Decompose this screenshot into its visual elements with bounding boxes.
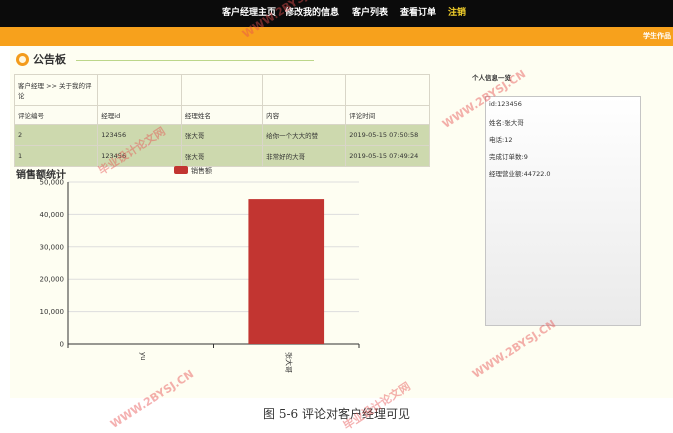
nav-logout[interactable]: 注销 [448, 0, 466, 27]
breadcrumb[interactable]: 客户经理 >> 关于我的评论 [13, 74, 99, 106]
info-line: id:123456 [489, 100, 522, 108]
orange-banner [0, 27, 673, 46]
y-tick-label: 0 [60, 341, 64, 349]
board-title: 公告板 [33, 53, 66, 66]
globe-icon [16, 53, 29, 66]
legend-swatch [174, 166, 188, 174]
title-underline [76, 60, 314, 61]
bar [248, 199, 325, 344]
column-header: 经理id [97, 105, 182, 125]
column-header: 内容 [262, 105, 347, 125]
nav-view-orders[interactable]: 查看订单 [400, 0, 436, 27]
personal-info-box: id:123456 姓名:张大哥 电话:12 完成订单数:9 经理营业额:447… [485, 96, 641, 326]
table-cell: 给你一个大大的赞 [262, 124, 347, 146]
table-cell: 2019-05-15 07:50:58 [345, 124, 430, 146]
table-row: 2 123456 张大哥 给你一个大大的赞 2019-05-15 07:50:5… [13, 124, 430, 146]
banner-right-text: 学生作品 [643, 32, 671, 40]
x-tick-label: yu [139, 352, 147, 361]
info-line: 姓名:张大哥 [489, 119, 524, 127]
y-tick-label: 40,000 [40, 211, 65, 219]
table-cell: 2 [13, 124, 99, 146]
column-header: 评论编号 [13, 105, 99, 125]
legend-label: 销售额 [191, 166, 212, 175]
info-line: 完成订单数:9 [489, 153, 528, 161]
table-cell: 张大哥 [180, 124, 264, 146]
info-line: 经理营业额:44722.0 [489, 170, 551, 178]
figure-caption: 图 5-6 评论对客户经理可见 [263, 407, 410, 421]
y-tick-label: 20,000 [40, 276, 65, 284]
y-tick-label: 10,000 [40, 308, 65, 316]
comments-table: 客户经理 >> 关于我的评论 评论编号 经理id 经理姓名 内容 评论时间 2 … [13, 74, 430, 167]
x-tick-label: 张大哥 [284, 352, 293, 373]
y-tick-label: 50,000 [40, 179, 65, 187]
y-tick-label: 30,000 [40, 243, 65, 251]
sales-bar-chart: 0 10,000 20,000 30,000 40,000 50,000 yu 张大哥 销售额 [40, 166, 360, 373]
info-line: 电话:12 [489, 136, 513, 144]
column-header: 经理姓名 [180, 105, 264, 125]
column-header: 评论时间 [345, 105, 430, 125]
nav-customer-list[interactable]: 客户列表 [352, 0, 388, 27]
